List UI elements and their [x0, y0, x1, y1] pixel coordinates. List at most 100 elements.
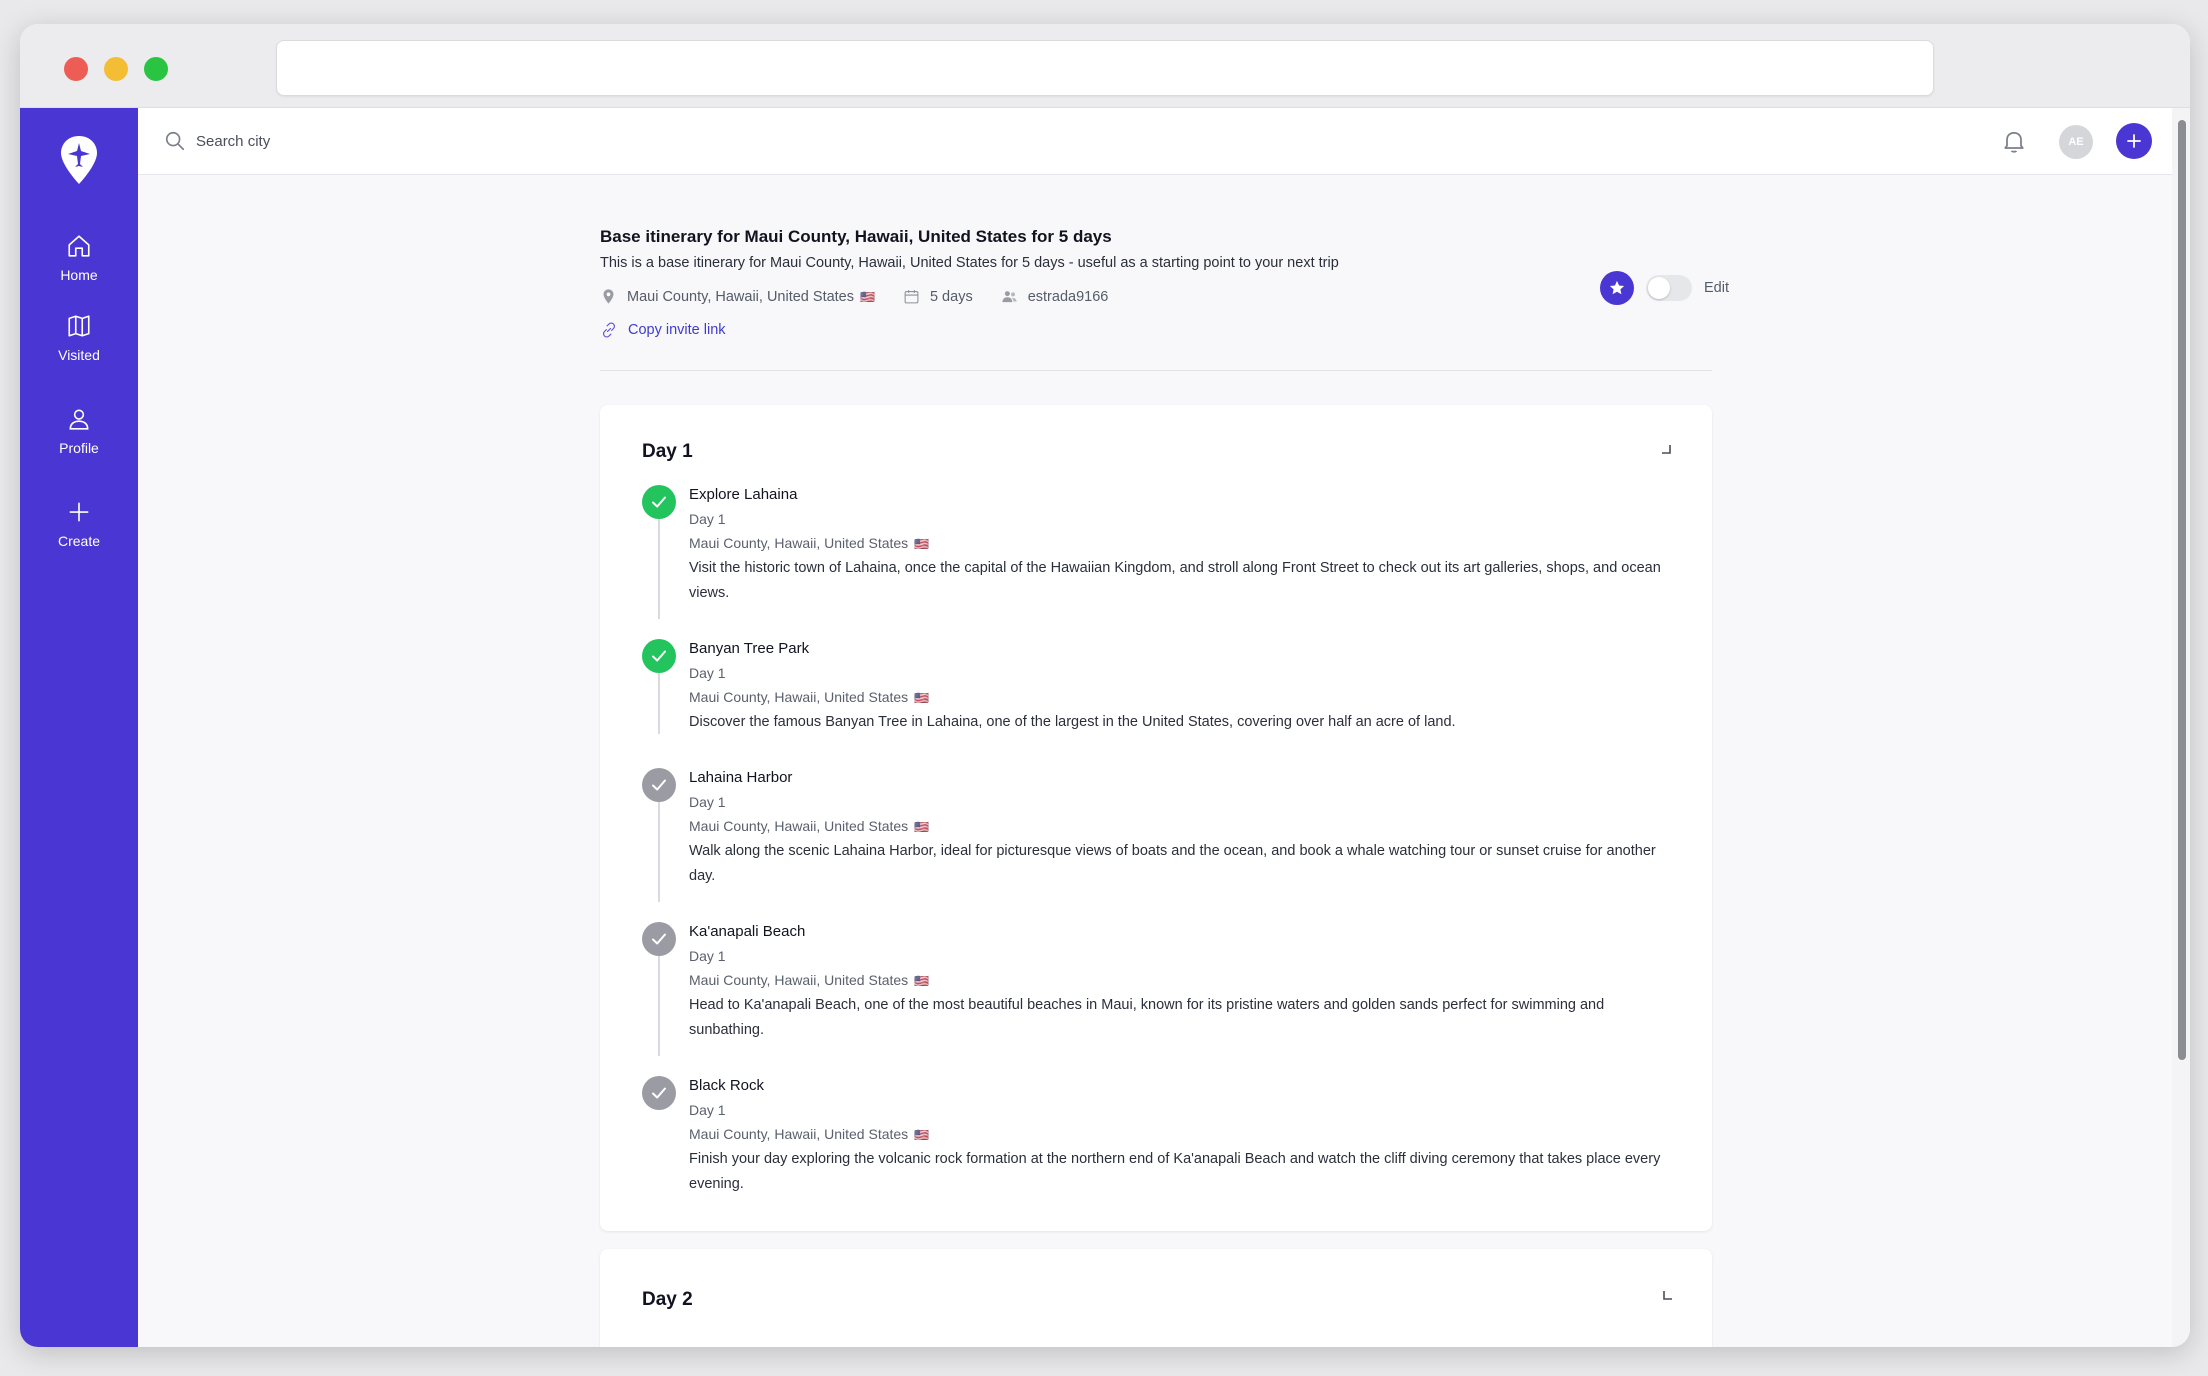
sidebar-item-create[interactable]: Create — [20, 488, 138, 560]
activity-location: Maui County, Hawaii, United States 🇺🇸 — [689, 816, 1679, 837]
browser-titlebar — [20, 24, 2190, 108]
activity-location: Maui County, Hawaii, United States 🇺🇸 — [689, 1124, 1679, 1145]
check-icon — [652, 779, 666, 791]
app-logo-icon[interactable] — [58, 134, 100, 186]
home-icon — [68, 235, 90, 257]
activity-content: Explore Lahaina Day 1 Maui County, Hawai… — [689, 485, 1679, 606]
check-icon — [652, 1087, 666, 1099]
activity-title: Banyan Tree Park — [689, 640, 810, 657]
activity-location: Maui County, Hawaii, United States 🇺🇸 — [689, 970, 1679, 991]
users-icon — [1002, 291, 1017, 303]
trip-location-text: Maui County, Hawaii, United States — [627, 288, 855, 305]
trip-owner: estrada9166 — [1001, 288, 1109, 305]
scrollbar[interactable] — [2172, 108, 2190, 1347]
edit-label: Edit — [1704, 280, 1729, 296]
activity-title: Black Rock — [689, 1077, 765, 1094]
toggle-knob — [1648, 277, 1670, 299]
copy-invite-link[interactable]: Copy invite link — [600, 321, 726, 339]
activity-location-text: Maui County, Hawaii, United States — [689, 972, 909, 988]
flag-icon: 🇺🇸 — [914, 974, 930, 988]
favorite-button[interactable] — [1600, 271, 1634, 305]
bell-icon[interactable] — [2000, 126, 2028, 156]
flag-icon: 🇺🇸 — [914, 1128, 930, 1142]
trip-duration: 5 days — [903, 288, 973, 305]
search-input[interactable] — [196, 124, 696, 158]
activity-day: Day 1 — [689, 948, 726, 964]
timeline-connector — [658, 503, 660, 619]
scrollbar-thumb[interactable] — [2178, 120, 2186, 1060]
activity-location-text: Maui County, Hawaii, United States — [689, 818, 909, 834]
activity-status-pending[interactable] — [642, 922, 676, 956]
activity-description: Head to Ka'anapali Beach, one of the mos… — [689, 997, 1605, 1038]
trip-description: This is a base itinerary for Maui County… — [600, 255, 1339, 271]
plus-icon — [2127, 134, 2141, 148]
activity-description: Discover the famous Banyan Tree in Lahai… — [689, 714, 1456, 730]
activity-status-pending[interactable] — [642, 768, 676, 802]
search-icon — [165, 131, 185, 151]
activity-status-pending[interactable] — [642, 1076, 676, 1110]
activity-day: Day 1 — [689, 1102, 726, 1118]
check-icon — [652, 496, 666, 508]
day-card: Day 1 Explore Lahaina Day 1 Maui County,… — [600, 405, 1712, 1231]
close-window-button[interactable] — [64, 57, 88, 81]
collapse-icon[interactable] — [1660, 443, 1674, 457]
sidebar-item-label: Visited — [58, 347, 100, 363]
activity-day: Day 1 — [689, 511, 726, 527]
sidebar-item-label: Home — [60, 267, 98, 283]
day-title: Day 1 — [642, 441, 693, 462]
address-bar[interactable] — [276, 40, 1934, 96]
timeline-connector — [658, 786, 660, 902]
activity-day: Day 1 — [689, 794, 726, 810]
activity-content: Banyan Tree Park Day 1 Maui County, Hawa… — [689, 639, 1679, 735]
activity-location: Maui County, Hawaii, United States 🇺🇸 — [689, 687, 1679, 708]
maximize-window-button[interactable] — [144, 57, 168, 81]
browser-window: Home Visited Profile Create Search city … — [20, 24, 2190, 1347]
sidebar-item-profile[interactable]: Profile — [20, 395, 138, 467]
edit-toggle[interactable] — [1646, 275, 1692, 301]
star-icon — [1609, 280, 1625, 295]
activity-title: Explore Lahaina — [689, 486, 798, 503]
activity-content: Black Rock Day 1 Maui County, Hawaii, Un… — [689, 1076, 1679, 1197]
activity-content: Lahaina Harbor Day 1 Maui County, Hawaii… — [689, 768, 1679, 889]
trip-owner-text: estrada9166 — [1027, 288, 1109, 305]
user-icon — [69, 409, 89, 430]
activity-status-done[interactable] — [642, 639, 676, 673]
activity-status-done[interactable] — [642, 485, 676, 519]
check-icon — [652, 650, 666, 662]
trip-meta: Maui County, Hawaii, United States 🇺🇸 5 … — [600, 288, 1136, 305]
check-icon — [652, 933, 666, 945]
sidebar-item-label: Profile — [59, 440, 99, 456]
flag-icon: 🇺🇸 — [914, 820, 930, 834]
minimize-window-button[interactable] — [104, 57, 128, 81]
activity-description: Finish your day exploring the volcanic r… — [689, 1151, 1661, 1192]
location-pin-icon — [603, 289, 614, 304]
activity-title: Lahaina Harbor — [689, 769, 793, 786]
flag-icon: 🇺🇸 — [860, 289, 875, 304]
sidebar-item-home[interactable]: Home — [20, 222, 138, 294]
activity-description: Walk along the scenic Lahaina Harbor, id… — [689, 843, 1656, 884]
expand-icon[interactable] — [1660, 1289, 1674, 1303]
add-button[interactable] — [2116, 123, 2152, 159]
activity-content: Ka'anapali Beach Day 1 Maui County, Hawa… — [689, 922, 1679, 1043]
activity-description: Visit the historic town of Lahaina, once… — [689, 560, 1661, 601]
trip-location: Maui County, Hawaii, United States 🇺🇸 — [600, 288, 875, 305]
sidebar-item-label: Create — [57, 533, 101, 549]
activity-title: Ka'anapali Beach — [689, 923, 806, 940]
calendar-icon — [904, 290, 919, 304]
top-bar: AE — [138, 108, 2172, 175]
activity-day: Day 1 — [689, 665, 726, 681]
activity-location-text: Maui County, Hawaii, United States — [689, 689, 909, 705]
sidebar: Home Visited Profile Create — [20, 108, 138, 1347]
map-icon — [68, 315, 90, 337]
flag-icon: 🇺🇸 — [914, 691, 930, 705]
plus-icon — [69, 502, 89, 522]
link-icon — [602, 322, 616, 338]
copy-invite-link-label: Copy invite link — [628, 322, 726, 338]
avatar[interactable]: AE — [2059, 125, 2093, 159]
trip-actions: Edit — [1600, 271, 1729, 305]
day-title: Day 2 — [642, 1289, 693, 1310]
activity-location: Maui County, Hawaii, United States 🇺🇸 — [689, 533, 1679, 554]
activity-location-text: Maui County, Hawaii, United States — [689, 535, 909, 551]
sidebar-item-visited[interactable]: Visited — [20, 302, 138, 374]
trip-duration-text: 5 days — [929, 288, 973, 305]
